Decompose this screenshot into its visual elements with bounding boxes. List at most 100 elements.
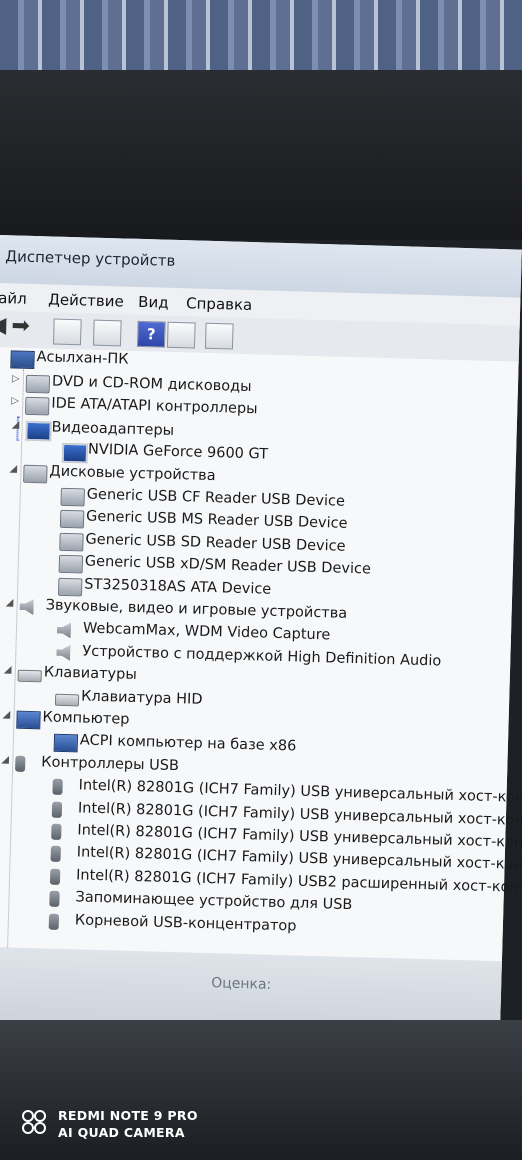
usb-icon xyxy=(49,890,60,908)
usb-icon xyxy=(52,778,63,796)
tree-device[interactable]: Intel(R) 82801G (ICH7 Family) USB универ… xyxy=(44,798,522,829)
usb-icon xyxy=(51,823,62,840)
tree-item-label: Generic USB xD/SM Reader USB Device xyxy=(84,553,372,578)
tree-device[interactable]: ST3250318AS ATA Device xyxy=(50,574,271,597)
tree-device[interactable]: Generic USB MS Reader USB Device xyxy=(52,507,348,532)
tree-category[interactable]: ◢ Клавиатуры xyxy=(4,663,137,685)
collapse-toggle-icon[interactable]: ◢ xyxy=(1,754,9,765)
speaker-icon xyxy=(56,645,70,661)
tree-category[interactable]: ◢ Видеоадаптеры xyxy=(12,416,174,442)
tree-device[interactable]: Клавиатура HID xyxy=(47,686,203,708)
tree-device[interactable]: Корневой USB-концентратор xyxy=(41,910,297,934)
collapse-toggle-icon[interactable]: ◢ xyxy=(12,419,20,430)
tree-item-label: Компьютер xyxy=(42,709,130,728)
tree-item-label: Контроллеры USB xyxy=(41,754,180,774)
disk-drive-icon xyxy=(60,487,85,507)
disk-drive-icon xyxy=(23,464,48,484)
tree-item-label: Устройство с поддержкой High Definition … xyxy=(82,643,442,670)
tree-item-label: Звуковые, видео и игровые устройства xyxy=(45,597,348,622)
tree-item-label: Дисковые устройства xyxy=(49,463,216,484)
expand-toggle-icon[interactable]: ▷ xyxy=(11,396,19,407)
tree-device[interactable]: Intel(R) 82801G (ICH7 Family) USB универ… xyxy=(44,776,522,807)
tree-device[interactable]: Intel(R) 82801G (ICH7 Family) USB универ… xyxy=(42,843,522,874)
dvd-drive-icon xyxy=(25,374,51,394)
menu-file[interactable]: айл xyxy=(0,289,27,308)
tree-category[interactable]: ◢ Компьютер xyxy=(2,707,130,730)
rating-label: Оценка: xyxy=(210,975,272,993)
tree-device[interactable]: NVIDIA GeForce 9600 GT xyxy=(54,440,268,464)
ide-controller-icon xyxy=(24,397,50,416)
device-tree: Асылхан-ПК ▷ DVD и CD-ROM дисководы ▷ IDE A… xyxy=(0,346,522,962)
tree-item-label: IDE ATA/ATAPI контроллеры xyxy=(51,395,258,418)
tree-item-label: DVD и CD-ROM дисководы xyxy=(51,373,252,396)
tree-device[interactable]: Generic USB SD Reader USB Device xyxy=(51,529,346,555)
tree-item-label: Видеоадаптеры xyxy=(51,419,175,439)
tree-category[interactable]: ◢ Дисковые устройства xyxy=(9,461,215,484)
camera-watermark: REDMI NOTE 9 PRO AI QUAD CAMERA xyxy=(22,1108,198,1140)
tree-item-label: Запоминающее устройство для USB xyxy=(75,889,353,914)
tree-category[interactable]: ◢ Контроллеры USB xyxy=(1,752,179,774)
computer-icon xyxy=(10,350,35,370)
tree-device[interactable]: WebcamMax, WDM Video Capture xyxy=(49,619,330,644)
tree-item-label: ACPI компьютер на базе x86 xyxy=(79,732,297,755)
help-icon[interactable]: ? xyxy=(136,320,166,348)
tree-device[interactable]: Generic USB xD/SM Reader USB Device xyxy=(51,552,371,578)
tree-device[interactable]: ACPI компьютер на базе x86 xyxy=(46,731,297,755)
computer-icon xyxy=(16,710,41,730)
tree-item-label: Generic USB CF Reader USB Device xyxy=(86,486,346,510)
disk-drive-icon xyxy=(57,577,83,597)
usb-icon xyxy=(48,913,60,930)
tree-item-label: Generic USB SD Reader USB Device xyxy=(85,531,346,555)
disk-drive-icon xyxy=(58,554,84,574)
properties-icon[interactable] xyxy=(52,318,82,346)
collapse-toggle-icon[interactable]: ◢ xyxy=(4,664,12,675)
disk-drive-icon xyxy=(59,532,84,552)
tree-device[interactable]: Устройство с поддержкой High Definition … xyxy=(48,641,442,669)
update-driver-icon[interactable] xyxy=(92,319,122,347)
tree-item-label: Клавиатура HID xyxy=(80,688,203,708)
usb-icon xyxy=(15,755,26,772)
device-manager-window: Диспетчер устройств айл Действие Вид Спр… xyxy=(0,235,522,1050)
tree-item-label: Generic USB MS Reader USB Device xyxy=(85,508,348,533)
computer-icon xyxy=(53,734,79,753)
tree-item-label: Клавиатуры xyxy=(43,664,137,684)
keyboard-icon xyxy=(17,669,42,683)
tree-guide-line xyxy=(7,369,25,950)
tree-device[interactable]: Generic USB CF Reader USB Device xyxy=(52,485,345,510)
menu-help[interactable]: Справка xyxy=(186,294,253,314)
usb-icon xyxy=(50,846,61,863)
collapse-toggle-icon[interactable]: ◢ xyxy=(2,709,10,720)
monitor-bezel xyxy=(0,70,522,240)
display-adapter-icon xyxy=(61,443,89,464)
tree-item-label: NVIDIA GeForce 9600 GT xyxy=(87,441,269,463)
usb-icon xyxy=(49,868,61,885)
menu-view[interactable]: Вид xyxy=(138,293,169,312)
forward-arrow-icon[interactable]: ➡ xyxy=(11,313,38,339)
view-icon[interactable] xyxy=(166,321,196,349)
tree-device[interactable]: Intel(R) 82801G (ICH7 Family) USB2 расши… xyxy=(42,865,522,896)
collapse-toggle-icon[interactable]: ◢ xyxy=(6,597,14,608)
tree-device[interactable]: Запоминающее устройство для USB xyxy=(41,888,353,913)
disk-drive-icon xyxy=(59,510,85,529)
speaker-icon xyxy=(57,622,71,638)
tree-device[interactable]: Intel(R) 82801G (ICH7 Family) USB универ… xyxy=(43,820,522,852)
scan-hardware-icon[interactable] xyxy=(204,322,234,350)
expand-toggle-icon[interactable]: ▷ xyxy=(12,373,20,384)
speaker-icon xyxy=(19,599,33,615)
window-title: Диспетчер устройств xyxy=(5,247,176,270)
display-adapter-icon xyxy=(25,420,52,442)
tree-category[interactable]: ▷ IDE ATA/ATAPI контроллеры xyxy=(11,394,258,418)
tree-item-label: WebcamMax, WDM Video Capture xyxy=(82,620,331,644)
tree-root[interactable]: Асылхан-ПК xyxy=(10,347,129,370)
tree-category[interactable]: ▷ DVD и CD-ROM дисководы xyxy=(12,372,252,395)
tree-category[interactable]: ◢ Звуковые, видео и игровые устройства xyxy=(6,595,348,622)
watermark-line-1: REDMI NOTE 9 PRO xyxy=(58,1108,198,1123)
usb-icon xyxy=(51,801,63,818)
keyboard-icon xyxy=(54,693,80,706)
menu-action[interactable]: Действие xyxy=(48,290,124,310)
tree-item-label: ST3250318AS ATA Device xyxy=(84,576,272,598)
tree-item-label: Корневой USB-концентратор xyxy=(74,911,297,935)
watermark-line-2: AI QUAD CAMERA xyxy=(58,1125,185,1140)
collapse-toggle-icon[interactable]: ◢ xyxy=(9,463,17,474)
camera-logo-icon xyxy=(22,1110,46,1136)
